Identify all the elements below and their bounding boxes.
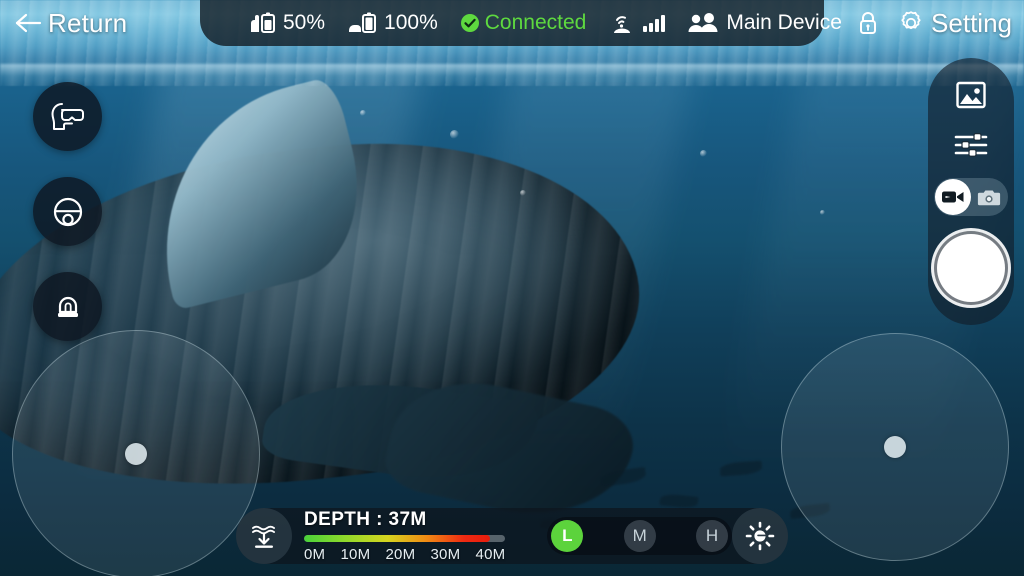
photo-camera-icon <box>977 188 1001 207</box>
depth-tick: 0M <box>304 545 326 563</box>
capture-mode-toggle[interactable] <box>934 178 1008 216</box>
return-label: Return <box>48 7 128 38</box>
speed-option-medium[interactable]: M <box>623 520 656 552</box>
steering-wheel-icon <box>51 195 85 229</box>
brightness-button[interactable] <box>732 508 788 564</box>
gear-icon <box>897 9 925 37</box>
bubble <box>360 110 366 116</box>
lamp-icon <box>52 291 84 323</box>
rov-battery-value: 50% <box>283 11 326 34</box>
arrow-left-icon <box>14 11 42 35</box>
steering-mode-button[interactable] <box>33 177 102 246</box>
rov-battery-status: 50% <box>248 11 325 35</box>
right-joystick-knob[interactable] <box>884 436 906 458</box>
left-joystick[interactable] <box>12 330 260 576</box>
sliders-icon <box>954 132 988 158</box>
buoy-battery-icon <box>347 11 379 35</box>
bubble <box>450 130 459 139</box>
connection-status: Connected <box>460 11 587 35</box>
vr-mode-button[interactable] <box>33 82 102 151</box>
video-camera-icon <box>941 188 965 206</box>
depth-tick: 20M <box>385 545 416 563</box>
top-status-bar: Return 50% 100% Connected Main Device Se… <box>0 0 1024 46</box>
bubble <box>820 210 825 215</box>
right-joystick[interactable] <box>781 333 1009 561</box>
depth-gauge-track <box>304 534 506 542</box>
depth-label: DEPTH : 37M <box>304 508 427 530</box>
signal-bars-icon <box>643 14 666 32</box>
connection-label: Connected <box>484 11 587 34</box>
buoy-battery-value: 100% <box>384 11 438 34</box>
left-control-rail <box>33 82 102 341</box>
lamp-button[interactable] <box>33 272 102 341</box>
return-button[interactable]: Return <box>14 8 127 39</box>
app-root: Return 50% 100% Connected Main Device Se… <box>0 0 1024 576</box>
depth-gauge-fill <box>304 534 491 542</box>
speed-mode-selector: L M H <box>547 517 732 555</box>
vr-headset-icon <box>49 100 87 134</box>
mode-option-photo[interactable] <box>971 179 1007 215</box>
check-circle-icon <box>460 13 480 33</box>
top-right-controls: Setting <box>857 8 1012 39</box>
water-surface-line <box>0 64 1024 86</box>
camera-control-panel <box>928 58 1014 325</box>
rov-battery-icon <box>248 11 278 35</box>
depth-tick: 10M <box>340 545 371 563</box>
camera-settings-button[interactable] <box>954 132 988 158</box>
mode-option-video[interactable] <box>935 179 971 215</box>
bottom-control-bar: DEPTH : 37M 0M 10M 20M 30M 40M L M H <box>236 508 788 564</box>
device-label: Main Device <box>726 11 842 34</box>
wifi-buoy-icon <box>608 11 636 35</box>
buoy-battery-status: 100% <box>347 11 438 35</box>
depth-indicator: DEPTH : 37M 0M 10M 20M 30M 40M <box>304 508 506 563</box>
background-fish <box>659 493 699 509</box>
signal-status <box>608 11 666 35</box>
bubble <box>700 150 707 157</box>
depth-tick: 30M <box>430 545 461 563</box>
gallery-button[interactable] <box>955 80 987 110</box>
depth-hold-button[interactable] <box>236 508 292 564</box>
gallery-icon <box>955 80 987 110</box>
status-indicators: 50% 100% Connected Main Device <box>248 11 842 35</box>
bubble <box>520 190 526 196</box>
depth-tick-labels: 0M 10M 20M 30M 40M <box>304 546 505 563</box>
setting-label: Setting <box>931 7 1012 38</box>
device-status: Main Device <box>687 11 842 35</box>
shutter-button[interactable] <box>937 234 1005 302</box>
depth-hold-icon <box>249 521 279 551</box>
users-icon <box>687 11 721 35</box>
setting-button[interactable]: Setting <box>897 8 1012 39</box>
speed-option-low[interactable]: L <box>551 520 584 552</box>
depth-tick: 40M <box>475 545 506 563</box>
lock-icon[interactable] <box>857 10 879 36</box>
brightness-icon <box>744 520 776 552</box>
left-joystick-knob[interactable] <box>125 443 147 465</box>
speed-option-high[interactable]: H <box>696 520 728 552</box>
